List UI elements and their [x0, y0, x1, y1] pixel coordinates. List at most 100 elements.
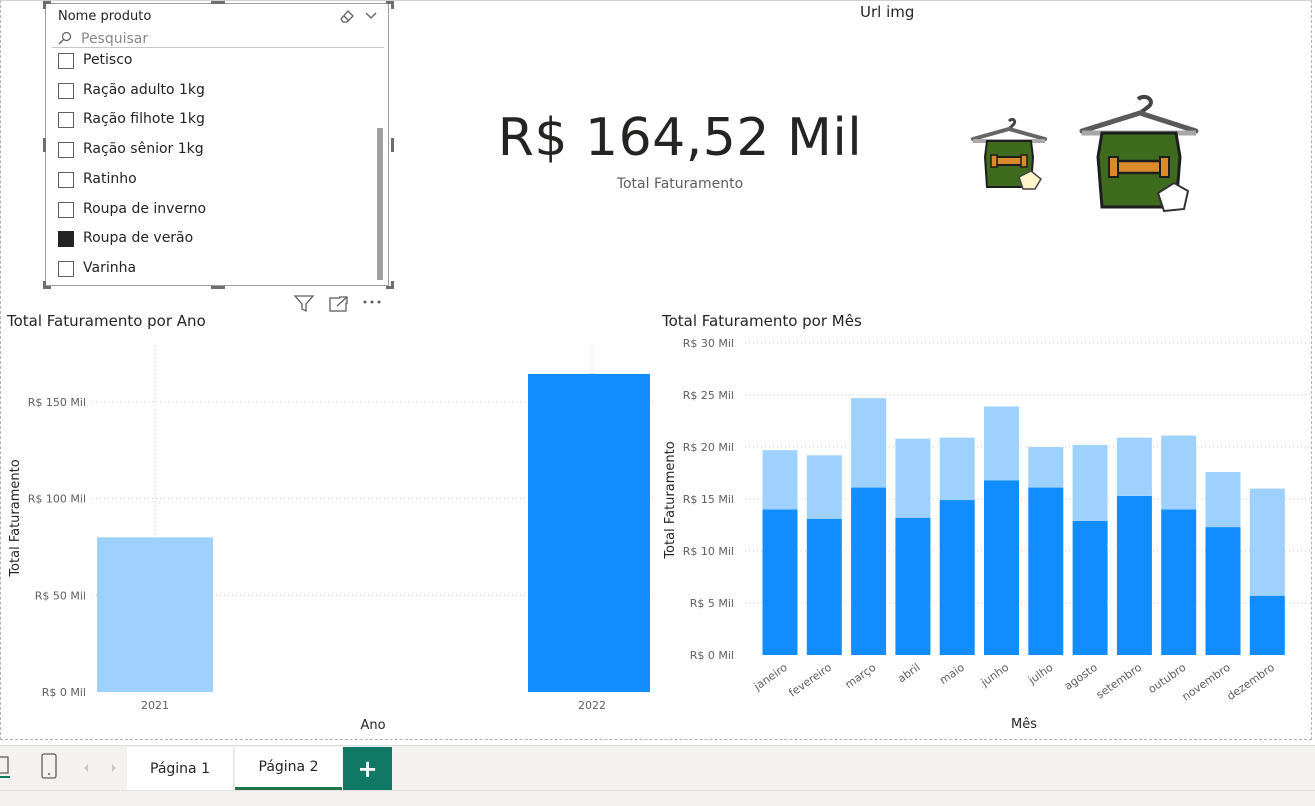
slicer-scrollbar[interactable]: [377, 128, 383, 280]
slicer-title: Nome produto: [58, 9, 152, 24]
y-axis-title: Total Faturamento: [8, 459, 23, 577]
slicer-item[interactable]: Roupa de inverno: [58, 200, 368, 224]
report-canvas: Nome produto Pesquisar Petisco Ração adul…: [0, 0, 1315, 806]
checkbox[interactable]: [58, 171, 74, 188]
bar-2021: [97, 537, 213, 692]
bar-março-s1: [851, 398, 887, 488]
checkbox[interactable]: [58, 231, 74, 248]
desktop-view-icon[interactable]: [0, 755, 12, 781]
slicer-item-label: Varinha: [83, 259, 137, 276]
x-axis-title: Mês: [1011, 717, 1037, 732]
x-axis-title: Ano: [360, 718, 385, 733]
slicer-item[interactable]: Ração filhote 1kg: [58, 110, 368, 134]
bar-junho-s1: [984, 406, 1019, 481]
bar-novembro-s1: [1205, 471, 1241, 528]
x-tick-label: março: [843, 661, 879, 692]
bar-fevereiro-s0: [806, 518, 842, 655]
resize-handle[interactable]: [391, 1, 394, 9]
checkbox[interactable]: [58, 201, 74, 218]
resize-handle[interactable]: [43, 281, 46, 289]
slicer-item[interactable]: Roupa de verão: [58, 229, 368, 253]
top-divider: [0, 0, 1312, 1]
x-tick-label: 2021: [141, 699, 169, 712]
slicer-item[interactable]: Ração adulto 1kg: [58, 81, 368, 105]
image-visual-title: Url img: [860, 3, 915, 21]
x-tick-label: abril: [895, 661, 922, 686]
chart-title-year: Total Faturamento por Ano: [7, 312, 206, 330]
y-tick-label: R$ 30 Mil: [683, 337, 734, 350]
resize-handle[interactable]: [391, 281, 394, 289]
bar-junho-s0: [984, 480, 1019, 655]
card-value: R$ 164,52 Mil: [497, 108, 863, 168]
bar-março-s0: [851, 487, 887, 655]
bar-maio-s0: [939, 500, 975, 655]
product-image-small[interactable]: [969, 115, 1049, 195]
x-tick-label: julho: [1025, 661, 1055, 688]
slicer-search[interactable]: Pesquisar: [52, 28, 384, 48]
slicer-item[interactable]: Ração sênior 1kg: [58, 140, 368, 164]
chart-faturamento-mes: R$ 0 Mil R$ 5 Mil R$ 10 Mil R$ 15 Mil R$ 20 …: [663, 337, 1310, 732]
visual-header-tools: [293, 295, 381, 313]
checkbox[interactable]: [58, 53, 74, 69]
bar-agosto-s1: [1072, 444, 1108, 521]
checkbox[interactable]: [58, 112, 74, 129]
mobile-view-icon[interactable]: [40, 753, 58, 781]
bar-novembro-s0: [1205, 527, 1241, 655]
tab-prev-icon[interactable]: [80, 761, 92, 775]
product-image-large[interactable]: [1076, 93, 1202, 219]
y-tick-label: R$ 10 Mil: [683, 545, 734, 558]
x-tick-label: janeiro: [751, 661, 790, 694]
slicer-item-label: Ração adulto 1kg: [83, 81, 205, 98]
more-options-icon[interactable]: [363, 300, 381, 304]
card-label: Total Faturamento: [616, 176, 744, 192]
slicer-item-label: Ração filhote 1kg: [83, 111, 205, 128]
resize-handle[interactable]: [391, 138, 394, 152]
bar-julho-s1: [1028, 447, 1064, 488]
bar-outubro-s1: [1161, 435, 1197, 510]
bar-setembro-s1: [1116, 437, 1152, 496]
search-placeholder: Pesquisar: [81, 31, 149, 47]
bar-outubro-s0: [1161, 509, 1197, 655]
x-tick-label: fevereiro: [786, 661, 834, 700]
tab-pagina-2[interactable]: Página 2: [235, 747, 342, 790]
add-page-button[interactable]: +: [343, 747, 392, 790]
x-tick-label: agosto: [1062, 661, 1100, 693]
tab-next-icon[interactable]: [108, 761, 120, 775]
slicer-item-label: Ratinho: [83, 170, 137, 187]
status-bar: [0, 790, 1315, 806]
slicer-item[interactable]: Varinha: [58, 259, 368, 283]
y-tick-label: R$ 0 Mil: [690, 649, 734, 662]
bar-abril-s0: [895, 517, 931, 655]
resize-handle[interactable]: [211, 286, 225, 289]
resize-handle[interactable]: [211, 1, 225, 4]
resize-handle[interactable]: [43, 138, 46, 152]
resize-handle[interactable]: [43, 1, 46, 9]
checkbox[interactable]: [58, 142, 74, 159]
y-tick-label: R$ 5 Mil: [690, 597, 734, 610]
product-slicer[interactable]: Nome produto Pesquisar Petisco Ração adul…: [43, 1, 394, 289]
bar-janeiro-s0: [762, 509, 798, 655]
x-tick-label: maio: [937, 661, 967, 687]
bar-setembro-s0: [1116, 495, 1152, 655]
bar-abril-s1: [895, 438, 931, 518]
filter-icon[interactable]: [293, 295, 315, 313]
y-axis-title: Total Faturamento: [663, 441, 678, 559]
bar-julho-s0: [1028, 487, 1064, 655]
tab-pagina-1[interactable]: Página 1: [127, 747, 234, 790]
y-tick-label: R$ 0 Mil: [42, 686, 86, 699]
slicer-item[interactable]: Petisco: [58, 51, 368, 75]
y-tick-label: R$ 15 Mil: [683, 493, 734, 506]
eraser-icon[interactable]: [338, 8, 356, 24]
bar-2022: [528, 373, 650, 692]
chart-faturamento-ano: R$ 0 Mil R$ 50 Mil R$ 100 Mil R$ 150 Mil 202…: [8, 345, 655, 733]
slicer-item[interactable]: Ratinho: [58, 170, 368, 194]
checkbox[interactable]: [58, 260, 74, 277]
y-tick-label: R$ 100 Mil: [28, 493, 86, 506]
slicer-item-label: Roupa de inverno: [83, 200, 207, 217]
x-tick-label: setembro: [1094, 661, 1145, 702]
checkbox[interactable]: [58, 82, 74, 99]
slicer-item-label: Petisco: [83, 52, 133, 68]
chevron-down-icon[interactable]: [364, 8, 378, 22]
focus-mode-icon[interactable]: [329, 296, 348, 312]
y-tick-label: R$ 25 Mil: [683, 389, 734, 402]
